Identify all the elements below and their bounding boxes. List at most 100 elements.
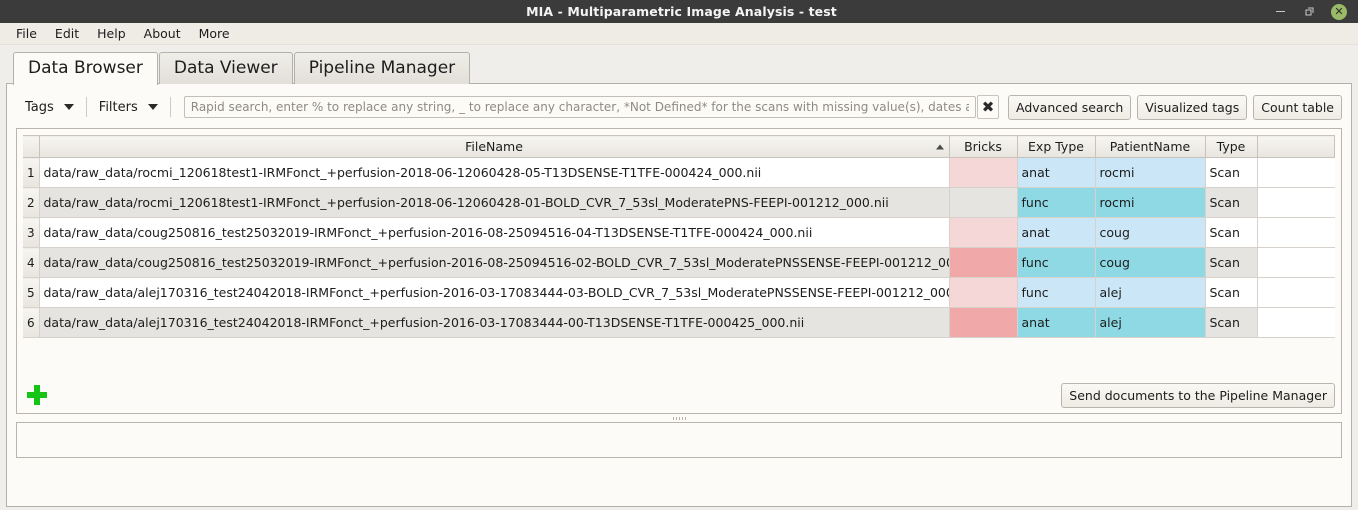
row-index-cell: 5	[23, 277, 40, 308]
column-header-bricks[interactable]: Bricks	[948, 135, 1018, 158]
cell-patientname[interactable]: alej	[1095, 277, 1206, 308]
cell-patientname[interactable]: coug	[1095, 247, 1206, 278]
search-input[interactable]	[183, 96, 977, 118]
cell-patientname[interactable]: alej	[1095, 307, 1206, 338]
column-header-filename[interactable]: FileName	[38, 135, 950, 158]
cell-exp-type[interactable]: func	[1017, 187, 1096, 218]
documents-table-frame: FileName Bricks Exp Type PatientName Typ…	[16, 128, 1342, 414]
cell-type[interactable]: Scan	[1205, 307, 1258, 338]
tags-dropdown[interactable]: Tags	[16, 96, 83, 119]
cell-filename[interactable]: data/raw_data/alej170316_test24042018-IR…	[39, 277, 950, 308]
cell-patientname[interactable]: rocmi	[1095, 187, 1206, 218]
row-index-cell: 6	[23, 307, 40, 338]
cell-spacer	[1257, 157, 1335, 188]
table-row[interactable]: 3 data/raw_data/coug250816_test25032019-I…	[23, 217, 1335, 248]
tab-data-browser[interactable]: Data Browser	[13, 52, 158, 85]
data-browser-panel: Tags Filters ✖ Advanced search Visualize…	[6, 83, 1352, 507]
cell-type[interactable]: Scan	[1205, 247, 1258, 278]
visualized-tags-button[interactable]: Visualized tags	[1137, 94, 1248, 120]
tab-data-viewer[interactable]: Data Viewer	[158, 52, 293, 84]
table-row[interactable]: 6 data/raw_data/alej170316_test24042018-I…	[23, 307, 1335, 338]
send-documents-button[interactable]: Send documents to the Pipeline Manager	[1061, 382, 1335, 408]
filters-dropdown-label: Filters	[98, 99, 138, 115]
cell-spacer	[1257, 277, 1335, 308]
app-body: Data Browser Data Viewer Pipeline Manage…	[0, 45, 1358, 510]
tab-pipeline-manager[interactable]: Pipeline Manager	[293, 52, 471, 84]
cell-type[interactable]: Scan	[1205, 217, 1258, 248]
cell-spacer	[1257, 187, 1335, 218]
cell-type[interactable]: Scan	[1205, 187, 1258, 218]
column-header-exp-type[interactable]: Exp Type	[1016, 135, 1096, 158]
chevron-down-icon	[147, 104, 158, 110]
cell-bricks[interactable]	[949, 307, 1018, 338]
cell-filename[interactable]: data/raw_data/rocmi_120618test1-IRMFonct…	[39, 157, 950, 188]
window-controls: ✕	[1273, 3, 1358, 20]
add-document-icon[interactable]	[27, 385, 47, 405]
table-header: FileName Bricks Exp Type PatientName Typ…	[23, 135, 1335, 158]
menu-item-more[interactable]: More	[190, 24, 239, 43]
cell-filename[interactable]: data/raw_data/coug250816_test25032019-IR…	[39, 217, 950, 248]
menu-item-edit[interactable]: Edit	[46, 24, 88, 43]
table-header-row: FileName Bricks Exp Type PatientName Typ…	[23, 135, 1335, 158]
cell-bricks[interactable]	[949, 187, 1018, 218]
search-area: ✖	[183, 95, 1000, 119]
table-body: 1 data/raw_data/rocmi_120618test1-IRMFonc…	[23, 157, 1335, 338]
documents-table: FileName Bricks Exp Type PatientName Typ…	[23, 135, 1335, 338]
cell-exp-type[interactable]: anat	[1017, 217, 1096, 248]
minimize-icon[interactable]	[1273, 4, 1288, 19]
window-title: MIA - Multiparametric Image Analysis - t…	[526, 4, 837, 19]
cell-type[interactable]: Scan	[1205, 277, 1258, 308]
cell-exp-type[interactable]: func	[1017, 277, 1096, 308]
panel-splitter-handle[interactable]	[16, 414, 1342, 422]
cell-spacer	[1257, 247, 1335, 278]
menubar: File Edit Help About More	[0, 23, 1358, 45]
row-index-header	[23, 135, 40, 158]
cell-bricks[interactable]	[949, 217, 1018, 248]
chevron-down-icon	[63, 104, 74, 110]
cell-type[interactable]: Scan	[1205, 157, 1258, 188]
row-index-cell: 4	[23, 247, 40, 278]
cell-bricks[interactable]	[949, 247, 1018, 278]
table-footer: Send documents to the Pipeline Manager	[23, 382, 1335, 408]
table-row[interactable]: 2 data/raw_data/rocmi_120618test1-IRMFonc…	[23, 187, 1335, 218]
close-icon[interactable]: ✕	[1331, 3, 1347, 20]
column-header-filename-label: FileName	[465, 139, 523, 154]
row-index-cell: 2	[23, 187, 40, 218]
cell-filename[interactable]: data/raw_data/coug250816_test25032019-IR…	[39, 247, 950, 278]
clear-search-icon[interactable]: ✖	[977, 95, 1000, 119]
toolbar-divider-2	[169, 97, 171, 117]
advanced-search-button[interactable]: Advanced search	[1008, 94, 1132, 120]
count-table-button[interactable]: Count table	[1253, 94, 1342, 120]
column-header-patientname[interactable]: PatientName	[1094, 135, 1206, 158]
toolbar-buttons: Advanced search Visualized tags Count ta…	[1008, 94, 1342, 120]
column-header-spacer	[1256, 135, 1335, 158]
filters-dropdown[interactable]: Filters	[90, 96, 167, 119]
bottom-info-panel	[16, 422, 1342, 458]
cell-spacer	[1257, 217, 1335, 248]
table-row[interactable]: 4 data/raw_data/coug250816_test25032019-I…	[23, 247, 1335, 278]
menu-item-help[interactable]: Help	[88, 24, 135, 43]
cell-patientname[interactable]: rocmi	[1095, 157, 1206, 188]
table-row[interactable]: 1 data/raw_data/rocmi_120618test1-IRMFonc…	[23, 157, 1335, 188]
data-browser-toolbar: Tags Filters ✖ Advanced search Visualize…	[16, 92, 1342, 122]
cell-filename[interactable]: data/raw_data/rocmi_120618test1-IRMFonct…	[39, 187, 950, 218]
menu-item-file[interactable]: File	[7, 24, 46, 43]
window-titlebar: MIA - Multiparametric Image Analysis - t…	[0, 0, 1358, 23]
maximize-icon[interactable]	[1302, 4, 1317, 19]
cell-exp-type[interactable]: func	[1017, 247, 1096, 278]
cell-spacer	[1257, 307, 1335, 338]
sort-ascending-icon	[935, 144, 944, 149]
cell-patientname[interactable]: coug	[1095, 217, 1206, 248]
cell-filename[interactable]: data/raw_data/alej170316_test24042018-IR…	[39, 307, 950, 338]
table-row[interactable]: 5 data/raw_data/alej170316_test24042018-I…	[23, 277, 1335, 308]
row-index-cell: 3	[23, 217, 40, 248]
cell-exp-type[interactable]: anat	[1017, 157, 1096, 188]
cell-exp-type[interactable]: anat	[1017, 307, 1096, 338]
tabbar: Data Browser Data Viewer Pipeline Manage…	[6, 52, 1352, 85]
menu-item-about[interactable]: About	[135, 24, 190, 43]
toolbar-divider-1	[85, 97, 87, 117]
cell-bricks[interactable]	[949, 157, 1018, 188]
column-header-type[interactable]: Type	[1204, 135, 1258, 158]
cell-bricks[interactable]	[949, 277, 1018, 308]
row-index-cell: 1	[23, 157, 40, 188]
